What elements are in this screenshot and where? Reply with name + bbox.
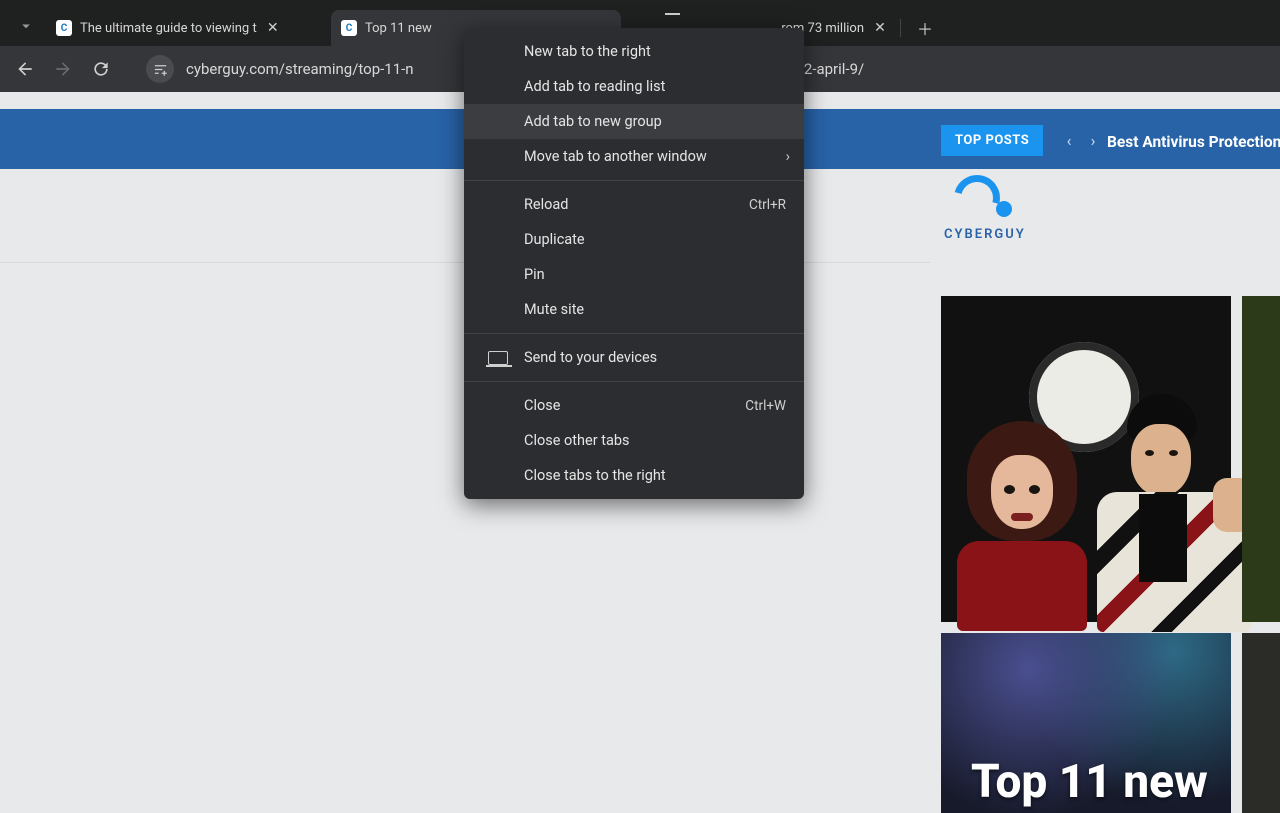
tab-separator: [900, 19, 901, 37]
search-tabs-button[interactable]: [6, 11, 46, 41]
tab-title: The ultimate guide to viewing t: [80, 21, 257, 36]
site-logo[interactable]: CYBERGUY: [944, 179, 1026, 242]
close-tab-button[interactable]: ✕: [872, 20, 888, 36]
ctx-label: Mute site: [524, 301, 584, 318]
ctx-reload[interactable]: Reload Ctrl+R: [464, 187, 804, 222]
back-button[interactable]: [8, 52, 42, 86]
ctx-label: Close other tabs: [524, 432, 629, 449]
video-thumbnail-main[interactable]: [941, 296, 1231, 622]
ctx-close-right[interactable]: Close tabs to the right: [464, 458, 804, 493]
ctx-label: Add tab to reading list: [524, 78, 665, 95]
ctx-separator: [464, 381, 804, 382]
ctx-separator: [464, 180, 804, 181]
top-posts-badge[interactable]: TOP POSTS: [941, 125, 1043, 156]
reload-icon: [91, 59, 111, 79]
ctx-new-tab-right[interactable]: New tab to the right: [464, 34, 804, 69]
logo-text: CYBERGUY: [944, 227, 1026, 242]
video-thumbnail-side[interactable]: [1242, 296, 1280, 622]
arrow-right-icon: [53, 59, 73, 79]
tab-guide[interactable]: C The ultimate guide to viewing t ✕: [46, 10, 331, 46]
ctx-add-new-group[interactable]: Add tab to new group: [464, 104, 804, 139]
close-tab-button[interactable]: ✕: [265, 20, 281, 36]
banner-pager: ‹ ›: [1060, 131, 1102, 149]
ctx-label: Duplicate: [524, 231, 585, 248]
ctx-label: Close: [524, 397, 560, 414]
chevron-down-icon: [17, 17, 35, 35]
banner-headline[interactable]: Best Antivirus Protection: [1107, 133, 1280, 151]
favicon: C: [341, 20, 357, 36]
ctx-label: Close tabs to the right: [524, 467, 666, 484]
window-minimize-icon[interactable]: [665, 13, 680, 15]
ctx-label: Move tab to another window: [524, 148, 707, 165]
ctx-move-window[interactable]: Move tab to another window ›: [464, 139, 804, 174]
ctx-add-reading-list[interactable]: Add tab to reading list: [464, 69, 804, 104]
url-text-left: cyberguy.com/streaming/top-11-n: [186, 60, 414, 78]
ctx-close[interactable]: Close Ctrl+W: [464, 388, 804, 423]
logo-icon: [950, 179, 1020, 223]
ctx-shortcut: Ctrl+R: [749, 197, 786, 213]
ctx-label: Reload: [524, 196, 568, 213]
forward-button[interactable]: [46, 52, 80, 86]
ctx-shortcut: Ctrl+W: [745, 398, 786, 414]
tab-context-menu: New tab to the right Add tab to reading …: [464, 28, 804, 499]
thumbnail-title: Top 11 new: [971, 759, 1208, 805]
site-info-button[interactable]: [146, 55, 174, 83]
ctx-label: Pin: [524, 266, 545, 283]
arrow-left-icon: [15, 59, 35, 79]
ctx-duplicate[interactable]: Duplicate: [464, 222, 804, 257]
tab-title: Top 11 new: [365, 21, 432, 36]
ctx-close-other[interactable]: Close other tabs: [464, 423, 804, 458]
ctx-separator: [464, 333, 804, 334]
video-thumbnail-below[interactable]: Top 11 new: [941, 633, 1231, 813]
ctx-mute-site[interactable]: Mute site: [464, 292, 804, 327]
laptop-icon: [488, 351, 508, 365]
next-post-button[interactable]: ›: [1084, 131, 1102, 149]
chevron-right-icon: ›: [786, 148, 790, 165]
ctx-send-devices[interactable]: Send to your devices: [464, 340, 804, 375]
ctx-label: New tab to the right: [524, 43, 651, 60]
ctx-label: Send to your devices: [524, 349, 657, 366]
ctx-pin[interactable]: Pin: [464, 257, 804, 292]
reload-button[interactable]: [84, 52, 118, 86]
video-thumbnail-side2[interactable]: [1242, 633, 1280, 813]
new-tab-button[interactable]: ＋: [911, 14, 939, 42]
favicon: C: [56, 20, 72, 36]
tune-icon: [153, 62, 168, 77]
ctx-label: Add tab to new group: [524, 113, 662, 130]
prev-post-button[interactable]: ‹: [1060, 131, 1078, 149]
